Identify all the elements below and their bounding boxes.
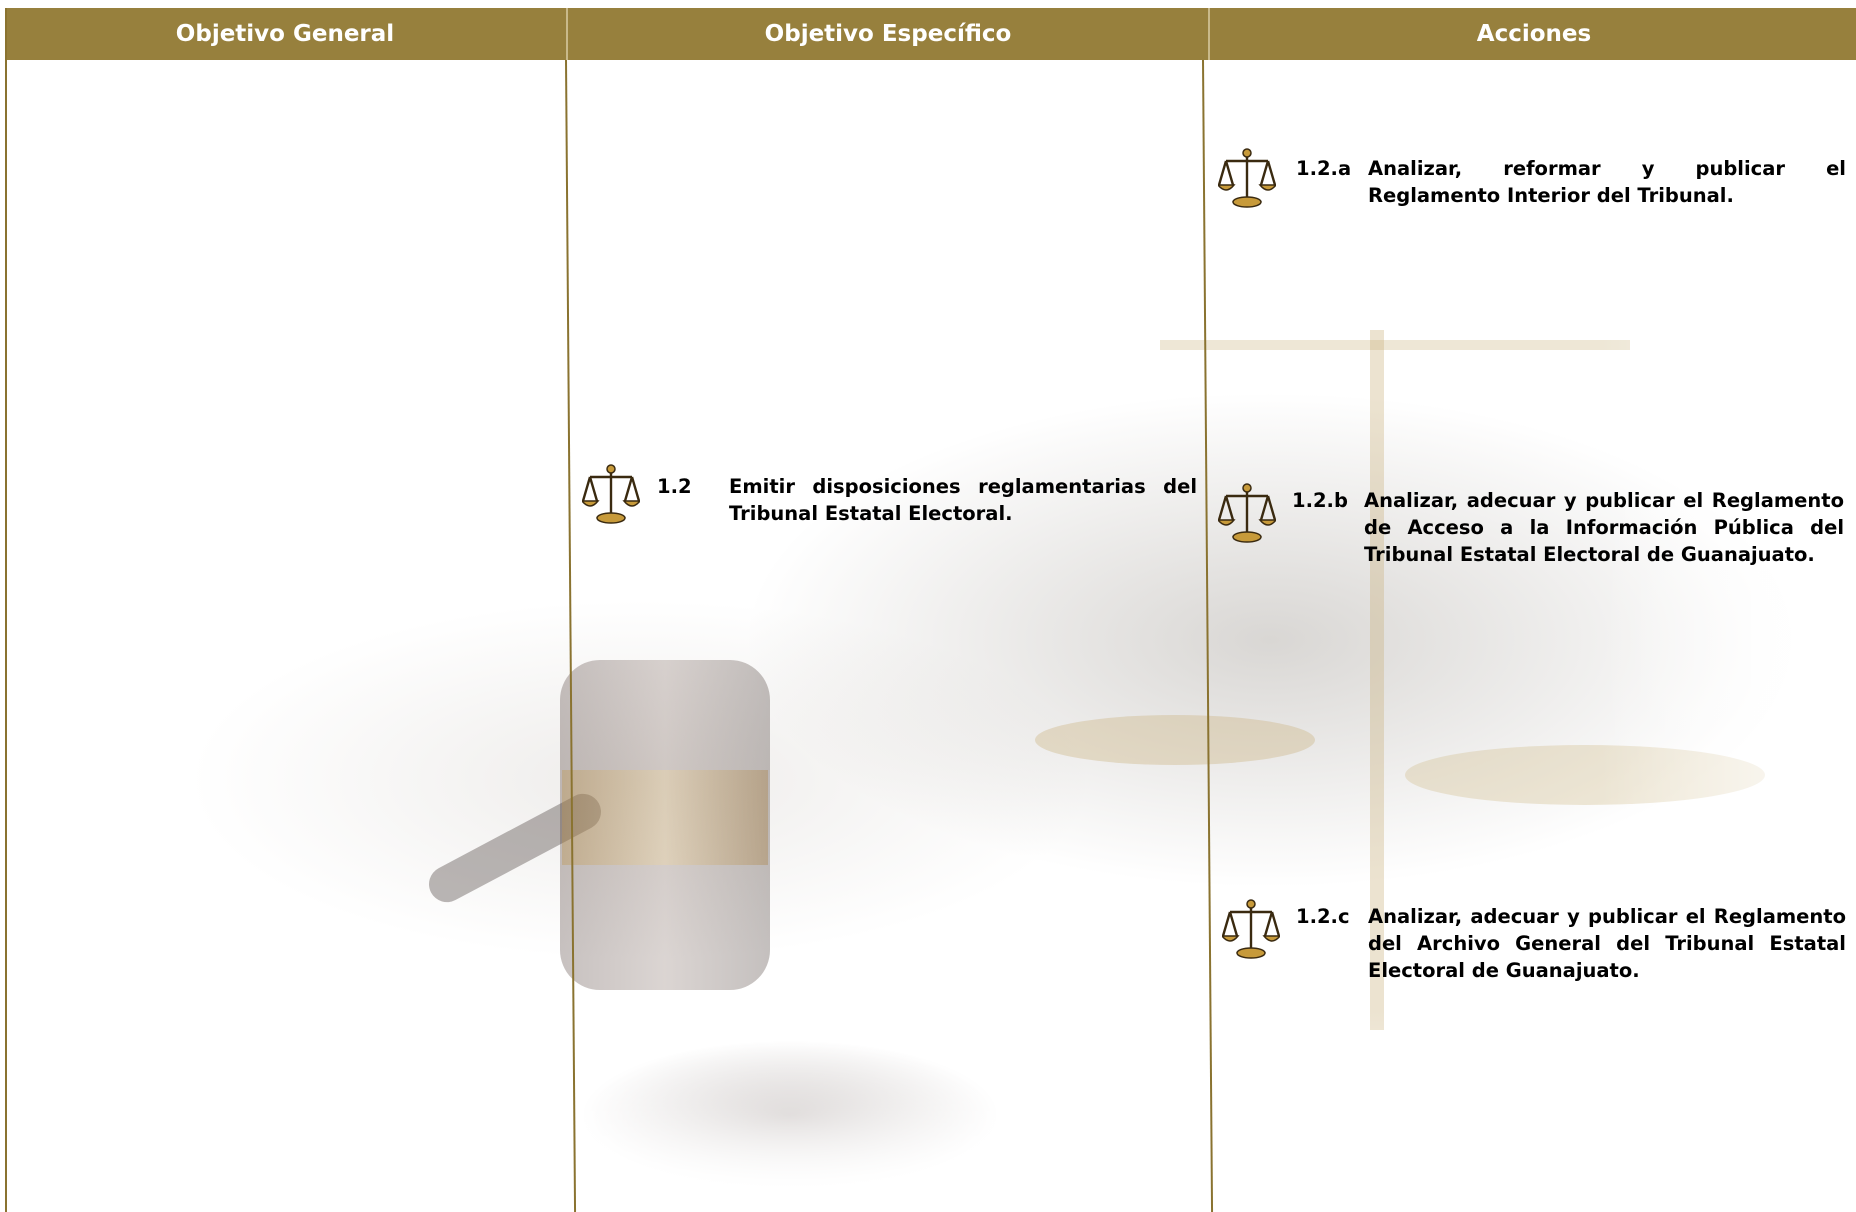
fade-overlay-bottom: [0, 1010, 1856, 1212]
action-number: 1.2.c: [1296, 905, 1350, 928]
action-text: Analizar, adecuar y publicar el Reglamen…: [1368, 905, 1846, 982]
action-number: 1.2.b: [1292, 489, 1348, 512]
header-objetivo-general: Objetivo General: [175, 21, 395, 47]
scales-of-justice-icon: [1218, 483, 1276, 543]
scales-of-justice-icon: [1218, 148, 1276, 208]
scales-of-justice-icon: [582, 464, 640, 524]
scales-of-justice-icon: [1222, 899, 1280, 959]
action-text: Analizar, reformar y publicar el Reglame…: [1368, 157, 1846, 207]
specific-objective-item: 1.2 Emitir disposiciones reglamentarias …: [657, 473, 1197, 533]
plan-table-page: Objetivo General Objetivo Específico Acc…: [0, 0, 1856, 1212]
gavel-band-image: [562, 770, 768, 865]
column-divider-left: [5, 8, 7, 1212]
action-number: 1.2.a: [1296, 157, 1352, 180]
header-acciones: Acciones: [1208, 8, 1856, 60]
action-item-a: 1.2.a Analizar, reformar y publicar el R…: [1296, 155, 1846, 215]
header-objetivo-especifico: Objetivo Específico: [566, 8, 1208, 60]
specific-objective-number: 1.2: [657, 475, 692, 498]
action-text: Analizar, adecuar y publicar el Reglamen…: [1364, 489, 1844, 566]
background-scale-pan-left: [1035, 715, 1315, 765]
specific-objective-text: Emitir disposiciones reglamentarias del …: [729, 475, 1197, 525]
table-header: Objetivo General Objetivo Específico Acc…: [6, 8, 1856, 60]
action-item-b: 1.2.b Analizar, adecuar y publicar el Re…: [1292, 487, 1844, 577]
background-scale-beam: [1160, 340, 1630, 350]
action-item-c: 1.2.c Analizar, adecuar y publicar el Re…: [1296, 903, 1846, 993]
